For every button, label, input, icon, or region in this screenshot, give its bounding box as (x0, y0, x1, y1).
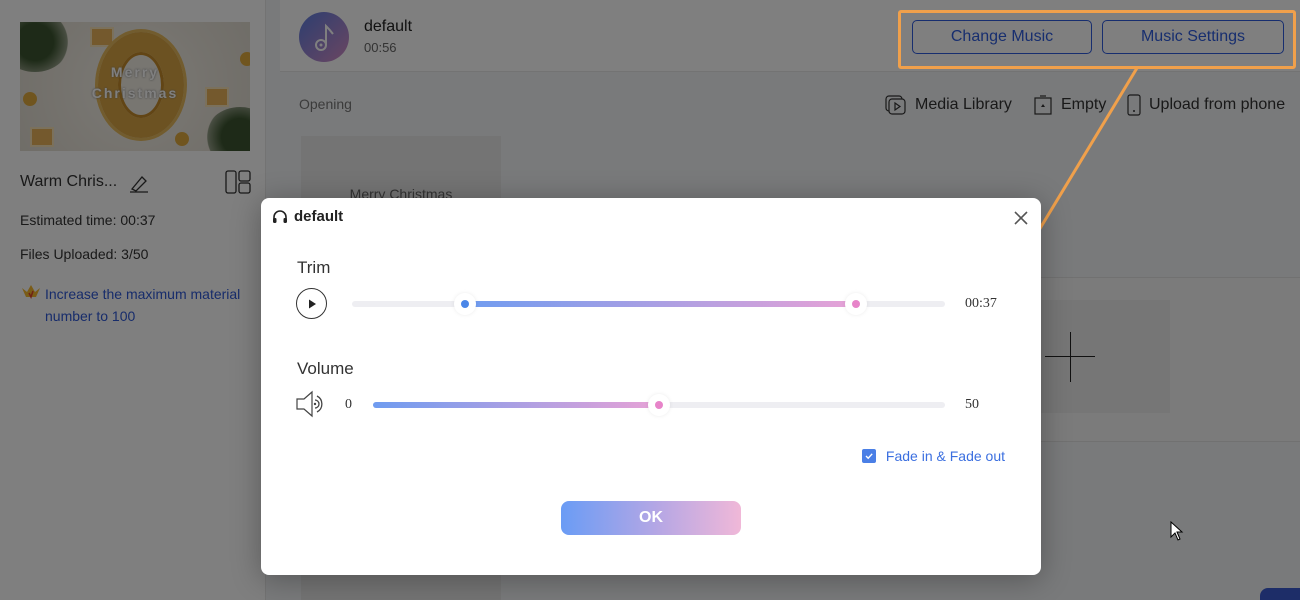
dialog-title-text: default (294, 208, 344, 225)
highlight-annotation-box (898, 10, 1296, 69)
volume-slider-track[interactable] (373, 394, 945, 416)
speaker-icon[interactable] (296, 390, 328, 418)
fade-checkbox[interactable] (861, 449, 876, 463)
close-icon[interactable] (1011, 208, 1031, 228)
fade-label: Fade in & Fade out (885, 448, 1005, 464)
fade-checkbox-row[interactable]: Fade in & Fade out (861, 448, 1005, 464)
trim-slider-track[interactable] (352, 293, 945, 315)
volume-value: 50 (965, 397, 979, 412)
volume-label: Volume (297, 359, 354, 378)
mouse-cursor-icon (1170, 521, 1184, 541)
trim-slider-range (464, 301, 857, 307)
trim-duration: 00:37 (965, 296, 997, 311)
volume-min: 0 (345, 397, 352, 412)
volume-slider-fill (373, 402, 659, 408)
check-icon (865, 453, 873, 460)
volume-handle[interactable] (648, 394, 670, 416)
trim-label: Trim (297, 258, 331, 277)
headphones-icon (273, 209, 287, 223)
play-button[interactable] (296, 288, 327, 319)
music-settings-dialog: default Trim 00:37 Volume 0 50 Fade in &… (261, 198, 1041, 575)
play-icon (308, 299, 316, 308)
dialog-title: default (272, 208, 343, 225)
trim-end-handle[interactable] (845, 293, 868, 315)
ok-button[interactable]: OK (561, 501, 741, 535)
trim-start-handle[interactable] (453, 293, 476, 315)
